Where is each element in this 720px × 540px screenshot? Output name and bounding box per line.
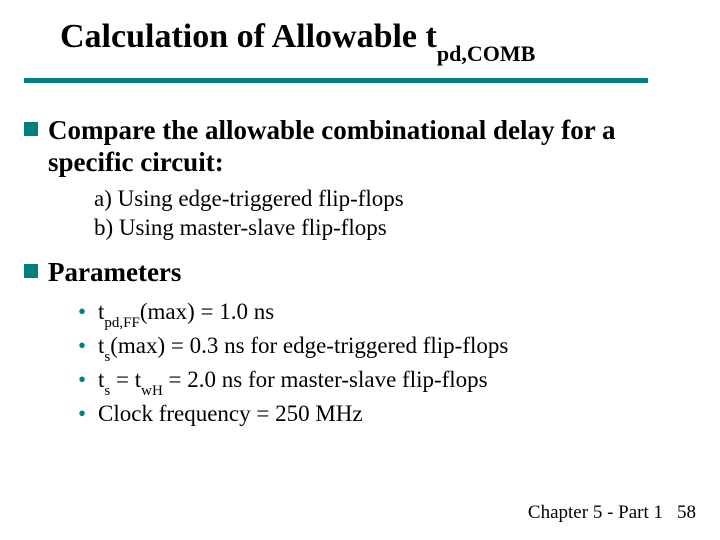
slide-body: Compare the allowable combinational dela… [24,100,680,429]
param-2-post: (max) = 0.3 ns for edge-triggered flip-f… [110,333,508,358]
param-3-text: ts = twH = 2.0 ns for master-slave flip-… [98,365,488,399]
slide-title: Calculation of Allowable tpd,COMB [60,18,680,61]
param-3-sub2: wH [141,383,163,399]
param-1-text: tpd,FF(max) = 1.0 ns [98,297,274,331]
param-3: • ts = twH = 2.0 ns for master-slave fli… [78,365,680,399]
dot-bullet-icon: • [78,399,98,429]
slide: Calculation of Allowable tpd,COMB Compar… [0,0,720,540]
bullet-1: Compare the allowable combinational dela… [24,114,680,179]
bullet-1-line2: specific circuit: [48,147,224,177]
square-bullet-icon [24,264,38,278]
footer-chapter: Chapter 5 - Part 1 [528,502,663,523]
dot-bullet-icon: • [78,365,98,395]
param-1: • tpd,FF(max) = 1.0 ns [78,297,680,331]
square-bullet-icon [24,122,38,136]
title-main-pre: Calculation of Allowable t [60,18,437,55]
param-4-text: Clock frequency = 250 MHz [98,399,363,429]
title-underline [24,78,648,83]
param-2: • ts(max) = 0.3 ns for edge-triggered fl… [78,331,680,365]
param-1-sub: pd,FF [104,315,139,331]
bullet-1-sub-b: b) Using master-slave flip-flops [94,214,680,243]
param-3-post: = 2.0 ns for master-slave flip-flops [163,367,488,392]
param-4: • Clock frequency = 250 MHz [78,399,680,429]
bullet-1-sub-a: a) Using edge-triggered flip-flops [94,185,680,214]
param-2-text: ts(max) = 0.3 ns for edge-triggered flip… [98,331,508,365]
param-2-sub: s [104,349,110,365]
title-subscript: pd,COMB [437,41,535,66]
bullet-2-text: Parameters [48,256,181,288]
footer-page-number: 58 [677,502,696,523]
bullet-1-line1: Compare the allowable combinational dela… [48,115,616,145]
param-1-post: (max) = 1.0 ns [140,299,274,324]
bullet-1-text: Compare the allowable combinational dela… [48,114,616,179]
footer: Chapter 5 - Part 1 58 [528,502,696,524]
param-3-mid: = t [110,367,141,392]
param-3-sub1: s [104,383,110,399]
dot-bullet-icon: • [78,297,98,327]
dot-bullet-icon: • [78,331,98,361]
parameters-list: • tpd,FF(max) = 1.0 ns • ts(max) = 0.3 n… [78,297,680,429]
bullet-2: Parameters [24,256,680,288]
